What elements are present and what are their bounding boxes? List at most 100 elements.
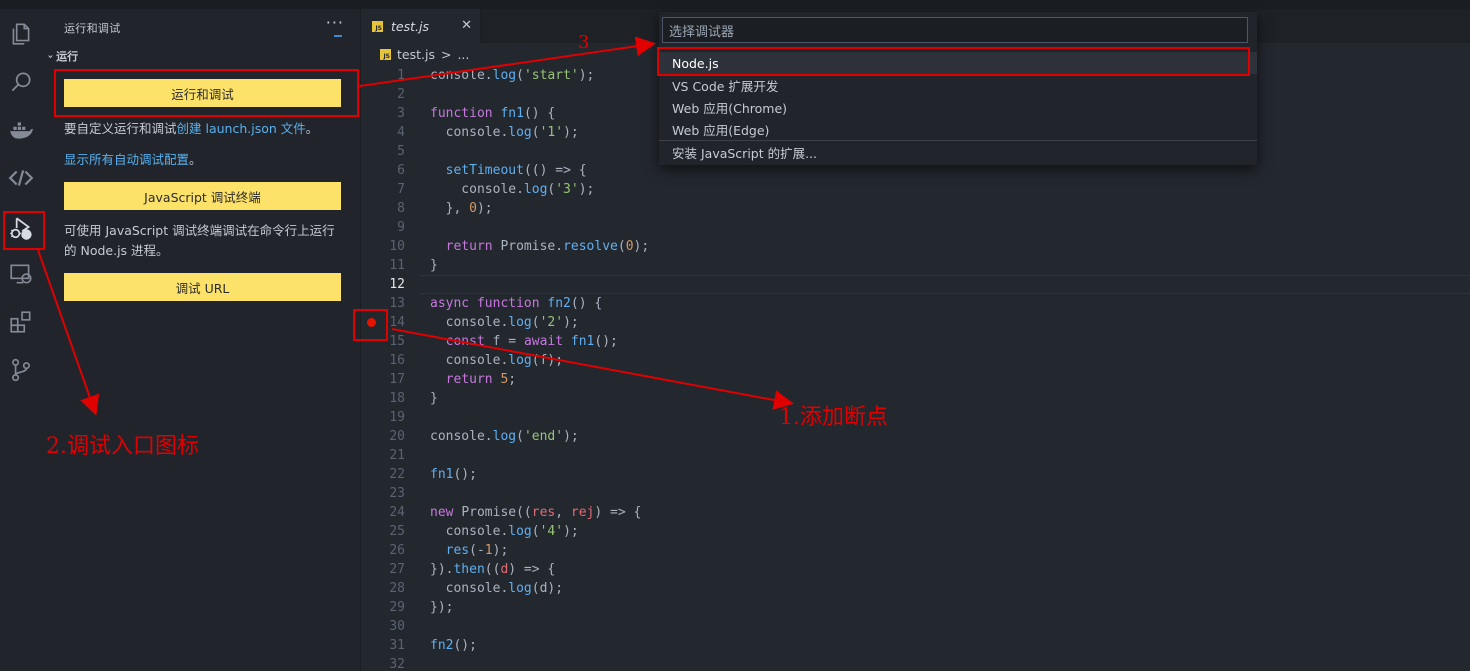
search-icon[interactable] bbox=[6, 67, 36, 97]
line-number[interactable]: 5 bbox=[362, 142, 405, 161]
code-line[interactable]: 12 bbox=[362, 275, 1470, 294]
line-number[interactable]: 10 bbox=[362, 237, 405, 256]
line-number[interactable]: 24 bbox=[362, 503, 405, 522]
code-line[interactable]: 22 fn1(); bbox=[362, 465, 1470, 484]
line-number[interactable]: 17 bbox=[362, 370, 405, 389]
code-line[interactable]: 9 bbox=[362, 218, 1470, 237]
code-line[interactable]: 31 fn2(); bbox=[362, 636, 1470, 655]
code-line[interactable]: 14 console.log('2'); bbox=[362, 313, 1470, 332]
line-number[interactable]: 20 bbox=[362, 427, 405, 446]
debugger-search-input[interactable]: 选择调试器 bbox=[662, 17, 1248, 43]
breadcrumb-file[interactable]: test.js bbox=[397, 47, 435, 62]
vscode-window: 运行和调试 ··· › 运行 运行和调试 要自定义运行和调试创建 launch.… bbox=[0, 0, 1470, 671]
terminal-description: 可使用 JavaScript 调试终端调试在命令行上运行 的 Node.js 进… bbox=[64, 221, 349, 261]
code-line[interactable]: 7 console.log('3'); bbox=[362, 180, 1470, 199]
code-line[interactable]: 18} bbox=[362, 389, 1470, 408]
show-all-configs-link[interactable]: 显示所有自动调试配置 bbox=[64, 152, 189, 167]
code-text: console.log(f); bbox=[430, 353, 564, 368]
code-line[interactable]: 29}); bbox=[362, 598, 1470, 617]
code-text: } bbox=[430, 391, 438, 406]
line-number[interactable]: 32 bbox=[362, 655, 405, 671]
code-line[interactable]: 25 console.log('4'); bbox=[362, 522, 1470, 541]
chevron-down-icon: › bbox=[44, 53, 56, 59]
line-number[interactable]: 4 bbox=[362, 123, 405, 142]
code-line[interactable]: 15 const f = await fn1(); bbox=[362, 332, 1470, 351]
code-line[interactable]: 21 bbox=[362, 446, 1470, 465]
line-number[interactable]: 1 bbox=[362, 66, 405, 85]
activity-bar bbox=[0, 9, 44, 671]
terminal-desc-line2: 的 Node.js 进程。 bbox=[64, 243, 169, 258]
code-text: }, 0); bbox=[430, 201, 493, 216]
more-actions-button[interactable]: ··· bbox=[326, 13, 344, 32]
section-header-run[interactable]: › 运行 bbox=[44, 48, 79, 64]
quick-pick-item-vscode-ext[interactable]: VS Code 扩展开发 bbox=[659, 74, 1257, 96]
code-line[interactable]: 26 res(-1); bbox=[362, 541, 1470, 560]
line-number[interactable]: 3 bbox=[362, 104, 405, 123]
line-number[interactable]: 18 bbox=[362, 389, 405, 408]
js-debug-terminal-button[interactable]: JavaScript 调试终端 bbox=[64, 182, 341, 210]
code-line[interactable]: 27 }).then((d) => { bbox=[362, 560, 1470, 579]
line-number[interactable]: 30 bbox=[362, 617, 405, 636]
code-text: console.log('2'); bbox=[430, 315, 579, 330]
files-icon[interactable] bbox=[6, 19, 36, 49]
source-link-icon[interactable] bbox=[6, 163, 36, 193]
line-number[interactable]: 7 bbox=[362, 180, 405, 199]
line-number[interactable]: 23 bbox=[362, 484, 405, 503]
line-number[interactable]: 6 bbox=[362, 161, 405, 180]
code-line[interactable]: 32 bbox=[362, 655, 1470, 671]
js-file-icon: JS bbox=[372, 20, 383, 32]
code-line[interactable]: 30 bbox=[362, 617, 1470, 636]
remote-explorer-icon[interactable] bbox=[6, 259, 36, 289]
code-text: console.log('4'); bbox=[430, 524, 579, 539]
annotation-step2: 2.调试入口图标 bbox=[46, 434, 199, 459]
current-line-highlight bbox=[420, 275, 1470, 294]
code-line[interactable]: 19 bbox=[362, 408, 1470, 427]
annotation-box-debug-icon bbox=[3, 211, 45, 250]
code-line[interactable]: 28 console.log(d); bbox=[362, 579, 1470, 598]
line-number[interactable]: 29 bbox=[362, 598, 405, 617]
tab-test-js[interactable]: JS test.js ✕ bbox=[362, 9, 481, 43]
annotation-box-breakpoint bbox=[353, 309, 388, 341]
code-text: console.log('3'); bbox=[430, 182, 595, 197]
code-line[interactable]: 23 bbox=[362, 484, 1470, 503]
line-number[interactable]: 25 bbox=[362, 522, 405, 541]
breadcrumb-symbols[interactable]: ... bbox=[457, 47, 469, 62]
code-text: }).then((d) => { bbox=[430, 562, 556, 577]
quick-pick-item-chrome[interactable]: Web 应用(Chrome) bbox=[659, 96, 1257, 118]
code-line[interactable]: 11} bbox=[362, 256, 1470, 275]
line-number[interactable]: 28 bbox=[362, 579, 405, 598]
code-line[interactable]: 17 return 5; bbox=[362, 370, 1470, 389]
line-number[interactable]: 9 bbox=[362, 218, 405, 237]
code-text: console.log('end'); bbox=[430, 429, 579, 444]
create-launch-json-link[interactable]: 创建 launch.json 文件 bbox=[177, 121, 306, 136]
annotation-step3: 3 bbox=[578, 32, 590, 53]
code-line[interactable]: 13 async function fn2() { bbox=[362, 294, 1470, 313]
annotation-step1: 1.添加断点 bbox=[779, 405, 888, 430]
source-control-icon[interactable] bbox=[6, 355, 36, 385]
line-number[interactable]: 16 bbox=[362, 351, 405, 370]
line-number[interactable]: 8 bbox=[362, 199, 405, 218]
quick-pick-item-edge[interactable]: Web 应用(Edge) bbox=[659, 118, 1257, 140]
line-number[interactable]: 26 bbox=[362, 541, 405, 560]
line-number[interactable]: 12 bbox=[362, 275, 405, 294]
line-number[interactable]: 11 bbox=[362, 256, 405, 275]
install-extensions-item[interactable]: 安装 JavaScript 的扩展... bbox=[659, 141, 1257, 163]
code-line[interactable]: 20 console.log('end'); bbox=[362, 427, 1470, 446]
line-number[interactable]: 22 bbox=[362, 465, 405, 484]
line-number[interactable]: 2 bbox=[362, 85, 405, 104]
line-number[interactable]: 27 bbox=[362, 560, 405, 579]
line-number[interactable]: 19 bbox=[362, 408, 405, 427]
close-icon[interactable]: ✕ bbox=[461, 18, 472, 33]
annotation-box-run-button bbox=[54, 69, 359, 117]
code-text: fn1(); bbox=[430, 467, 477, 482]
code-line[interactable]: 16 console.log(f); bbox=[362, 351, 1470, 370]
line-number[interactable]: 31 bbox=[362, 636, 405, 655]
docker-icon[interactable] bbox=[6, 115, 36, 145]
extensions-icon[interactable] bbox=[6, 307, 36, 337]
debug-url-button[interactable]: 调试 URL bbox=[64, 273, 341, 301]
code-line[interactable]: 10 return Promise.resolve(0); bbox=[362, 237, 1470, 256]
line-number[interactable]: 21 bbox=[362, 446, 405, 465]
code-text: } bbox=[430, 258, 438, 273]
code-line[interactable]: 24 new Promise((res, rej) => { bbox=[362, 503, 1470, 522]
code-line[interactable]: 8 }, 0); bbox=[362, 199, 1470, 218]
